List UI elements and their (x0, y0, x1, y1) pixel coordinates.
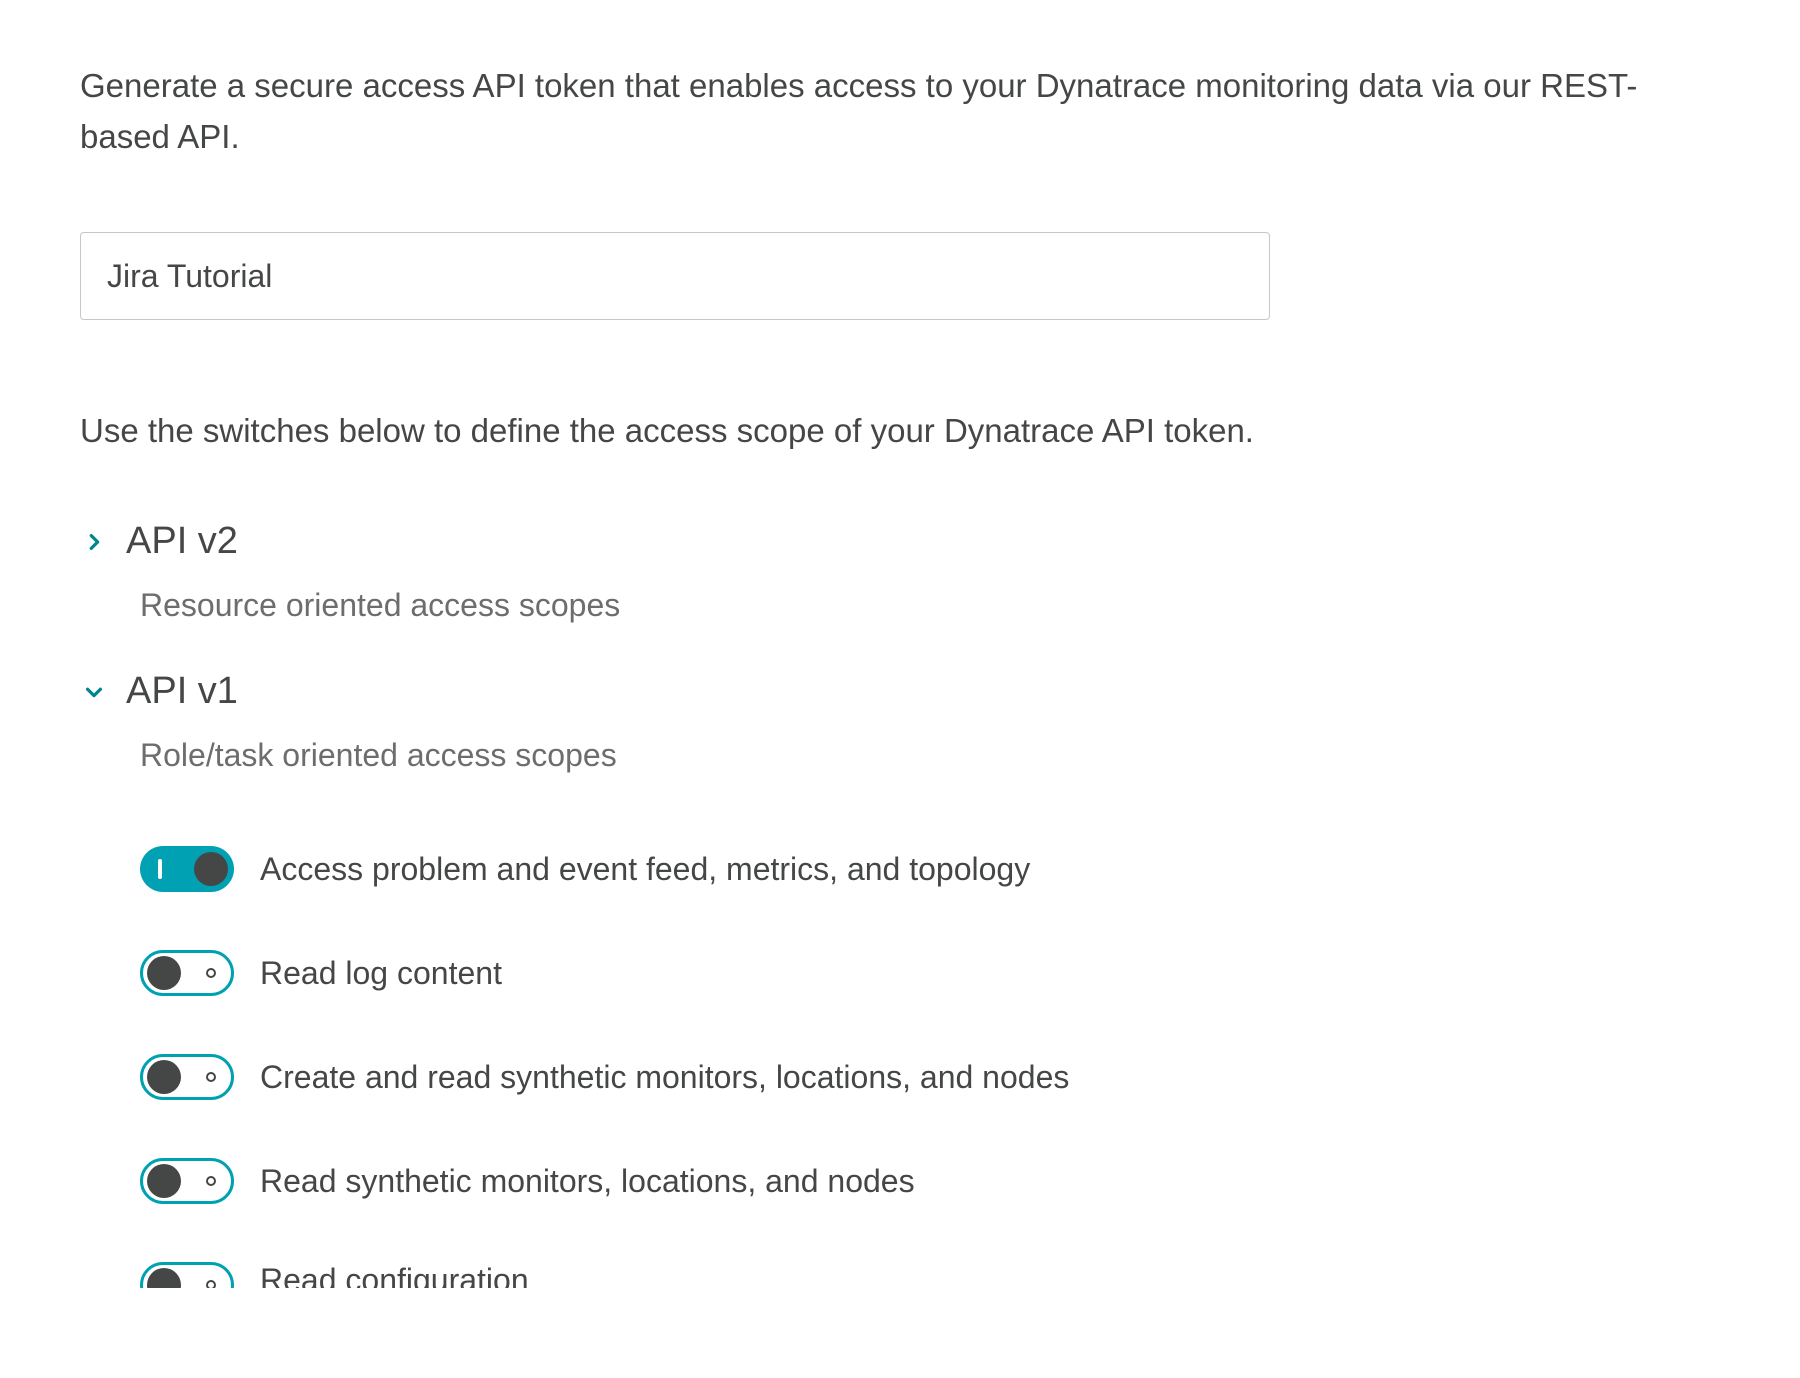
scope-label: Read configuration (260, 1262, 529, 1288)
chevron-right-icon (80, 528, 108, 556)
section-header-api-v1[interactable]: API v1 (80, 670, 1720, 713)
toggle-off-indicator-icon (206, 1072, 216, 1082)
section-title-api-v1: API v1 (126, 670, 238, 713)
toggle-knob-icon (147, 1164, 181, 1198)
token-settings-page: Generate a secure access API token that … (0, 0, 1800, 1378)
scope-toggle-create-read-synthetic[interactable] (140, 1054, 234, 1100)
scope-label: Access problem and event feed, metrics, … (260, 851, 1030, 888)
scope-label: Create and read synthetic monitors, loca… (260, 1059, 1069, 1096)
scope-toggle-read-log-content[interactable] (140, 950, 234, 996)
toggle-off-indicator-icon (206, 968, 216, 978)
scope-toggle-access-problem-feed[interactable] (140, 846, 234, 892)
scope-row: Access problem and event feed, metrics, … (140, 846, 1720, 892)
section-title-api-v2: API v2 (126, 520, 238, 563)
scope-label: Read log content (260, 955, 502, 992)
toggle-knob-icon (147, 1268, 181, 1288)
toggle-on-indicator-icon (158, 859, 162, 879)
toggle-knob-icon (147, 956, 181, 990)
toggle-knob-icon (194, 852, 228, 886)
section-desc-api-v2: Resource oriented access scopes (140, 587, 1720, 624)
toggle-knob-icon (147, 1060, 181, 1094)
page-description: Generate a secure access API token that … (80, 60, 1640, 162)
section-header-api-v2[interactable]: API v2 (80, 520, 1720, 563)
scope-row: Read log content (140, 950, 1720, 996)
scope-row: Read synthetic monitors, locations, and … (140, 1158, 1720, 1204)
section-api-v1: API v1 Role/task oriented access scopes … (80, 670, 1720, 1288)
section-api-v2: API v2 Resource oriented access scopes (80, 520, 1720, 624)
scope-row-cutoff: Read configuration (140, 1262, 1720, 1288)
scope-instructions: Use the switches below to define the acc… (80, 412, 1720, 450)
token-name-input[interactable] (80, 232, 1270, 320)
toggle-off-indicator-icon (206, 1176, 216, 1186)
toggle-off-indicator-icon (206, 1280, 216, 1288)
scope-toggle-read-configuration[interactable] (140, 1262, 234, 1288)
scope-toggle-read-synthetic[interactable] (140, 1158, 234, 1204)
scope-label: Read synthetic monitors, locations, and … (260, 1163, 915, 1200)
section-desc-api-v1: Role/task oriented access scopes (140, 737, 1720, 774)
chevron-down-icon (80, 678, 108, 706)
scope-list-api-v1: Access problem and event feed, metrics, … (140, 846, 1720, 1288)
scope-row: Create and read synthetic monitors, loca… (140, 1054, 1720, 1100)
